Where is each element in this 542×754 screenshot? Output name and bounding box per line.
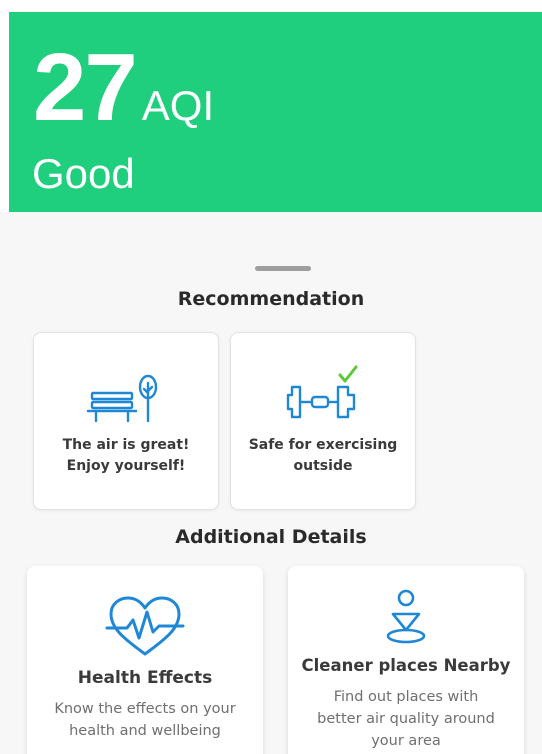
aqi-status: Good [32, 150, 135, 197]
aqi-reading: 27 AQI [33, 40, 214, 136]
recommendation-text: Safe for exercising outside [239, 435, 407, 477]
recommendation-text-line: outside [293, 458, 353, 474]
description-line: better air quality around [317, 711, 495, 727]
recommendation-text-line: Safe for exercising [248, 437, 398, 453]
description-line: Find out places with [333, 689, 479, 705]
cleaner-places-description: Find out places with better air quality … [298, 686, 514, 752]
heart-pulse-icon [105, 596, 185, 656]
cleaner-places-title: Cleaner places Nearby [301, 656, 511, 675]
description-line: your area [371, 733, 441, 749]
location-pin-icon [386, 589, 426, 644]
aqi-header: 27 AQI Good [9, 12, 542, 212]
recommendation-text: The air is great! Enjoy yourself! [42, 435, 210, 477]
details-sheet: Recommendation The air is great! Enjoy y… [0, 212, 542, 754]
aqi-unit: AQI [141, 82, 215, 129]
health-effects-card[interactable]: Health Effects Know the effects on your … [27, 566, 263, 754]
recommendation-card-air[interactable]: The air is great! Enjoy yourself! [33, 332, 219, 510]
park-bench-icon [86, 374, 158, 423]
health-effects-description: Know the effects on your health and well… [37, 698, 253, 742]
description-line: Know the effects on your [54, 701, 236, 717]
recommendation-title: Recommendation [177, 288, 365, 310]
health-effects-title: Health Effects [77, 668, 213, 688]
description-line: health and wellbeing [69, 723, 221, 739]
sheet-drag-handle[interactable] [255, 266, 311, 271]
recommendation-text-line: The air is great! [62, 437, 190, 453]
cleaner-places-card[interactable]: Cleaner places Nearby Find out places wi… [288, 566, 524, 754]
aqi-value: 27 [33, 34, 138, 141]
recommendation-card-exercise[interactable]: Safe for exercising outside [230, 332, 416, 510]
additional-details-title: Additional Details [175, 526, 367, 548]
dumbbell-check-icon [286, 365, 358, 419]
recommendation-text-line: Enjoy yourself! [66, 458, 186, 474]
